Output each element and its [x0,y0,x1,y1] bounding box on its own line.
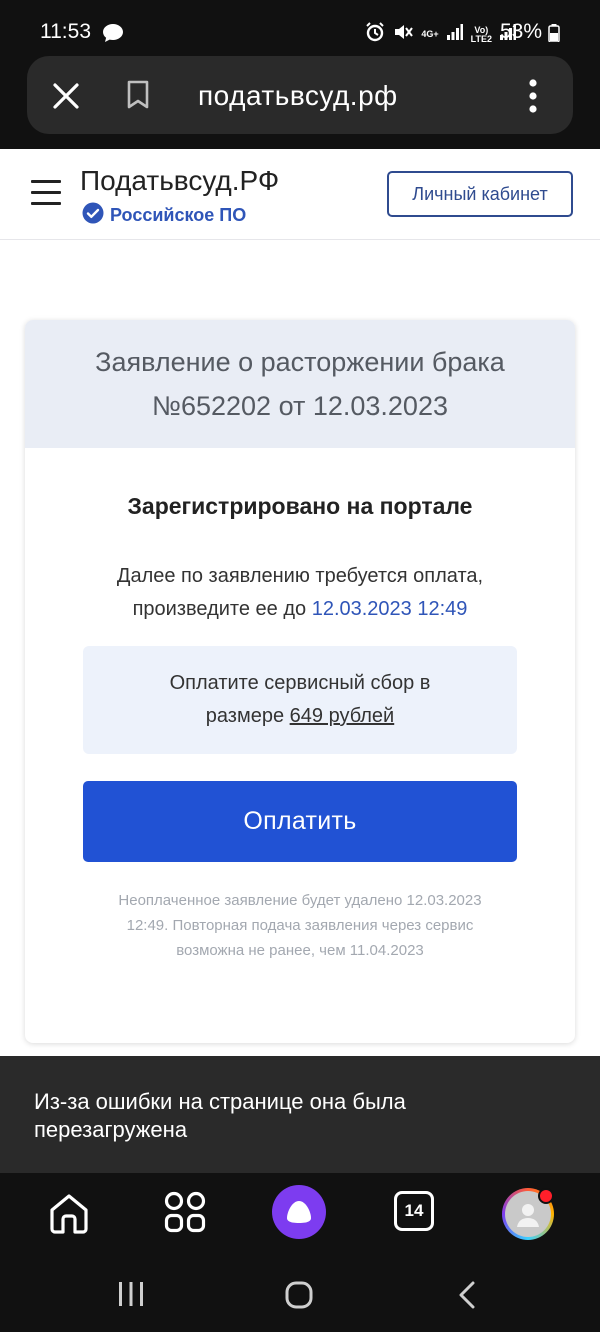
desc-line1: Далее по заявлению требуется оплата, [116,565,484,587]
back-icon[interactable] [458,1281,476,1314]
signal-icon [446,24,463,45]
payment-description: Далее по заявлению требуется оплата, про… [25,560,575,626]
alice-assistant-icon[interactable] [272,1185,326,1239]
home-icon[interactable] [47,1191,91,1240]
deletion-note: Неоплаченное заявление будет удалено 12.… [85,888,515,963]
chat-bubble-icon [102,23,124,48]
status-bar: 11:53 4G+ Vo) LTE2 53% [0,0,600,56]
fee-line1: Оплатите сервисный сбор в [169,672,431,694]
services-grid-icon[interactable] [164,1191,206,1238]
card-title-line1: Заявление о расторжении брака [95,347,505,377]
network-4g-label: 4G+ [421,29,439,39]
network-volte-label: Vo) LTE2 [470,25,492,44]
tabs-counter-button[interactable]: 14 [394,1191,434,1231]
brand-name[interactable]: Податьвсуд.РФ [80,165,279,197]
site-header: Податьвсуд.РФ Российское ПО Личный кабин… [0,149,600,240]
browser-bottom-bar: 14 [0,1173,600,1255]
browser-bar: податьвсуд.рф [0,56,600,149]
recents-icon[interactable] [118,1281,144,1312]
volte-bottom: LTE2 [470,33,492,44]
note-line3: возможна не ранее, чем 11.04.2023 [176,942,424,959]
registration-status: Зарегистрировано на портале [127,493,473,519]
pay-button[interactable]: Оплатить [83,781,517,862]
battery-icon [548,24,560,47]
hamburger-menu-icon[interactable] [31,180,63,206]
note-line2: 12:49. Повторная подача заявления через … [126,917,474,934]
fee-line2-prefix: размере [205,705,285,727]
system-navigation-bar [0,1255,600,1332]
application-card: Заявление о расторжении брака №652202 от… [25,320,575,1043]
verified-check-icon [82,202,104,229]
status-icons: 4G+ Vo) LTE2 [365,22,516,47]
card-title-line2: №652202 от 12.03.2023 [152,391,448,421]
nav-home-icon[interactable] [285,1281,313,1314]
battery-percent: 53% [499,20,542,43]
close-icon[interactable] [52,82,80,110]
notification-dot [538,1188,554,1204]
bookmark-icon[interactable] [126,80,150,110]
screen: 11:53 4G+ Vo) LTE2 53% податьвсуд.рф Под… [0,0,600,1332]
more-vertical-icon[interactable] [526,78,540,114]
mute-icon [393,22,414,47]
payment-deadline: 12.03.2023 12:49 [311,598,468,620]
fee-amount-link[interactable]: 649 рублей [290,705,395,727]
url-text[interactable]: податьвсуд.рф [198,80,398,112]
snackbar-line1: Из-за ошибки на странице она была [34,1089,406,1114]
card-title: Заявление о расторжении брака №652202 от… [25,320,575,448]
snackbar-line2: перезагружена [34,1117,188,1142]
profile-avatar[interactable] [502,1188,554,1240]
personal-cabinet-button[interactable]: Личный кабинет [387,171,573,217]
service-fee-box: Оплатите сервисный сбор в размере 649 ру… [83,646,517,754]
status-time: 11:53 [40,20,91,43]
desc-line2-prefix: произведите ее до [132,598,307,620]
alarm-icon [365,22,385,47]
badge-text: Российское ПО [110,205,247,225]
verified-badge: Российское ПО [82,202,246,229]
error-snackbar: Из-за ошибки на странице она была переза… [0,1056,600,1173]
note-line1: Неоплаченное заявление будет удалено 12.… [118,892,482,909]
